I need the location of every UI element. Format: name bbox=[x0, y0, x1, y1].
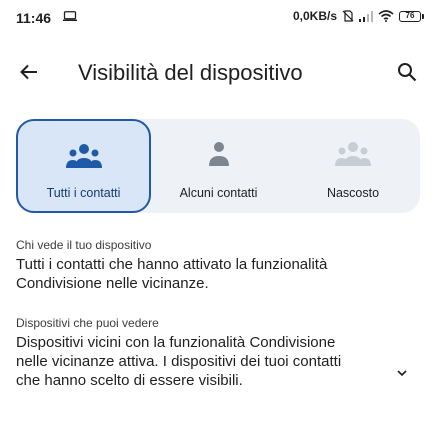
no-sim-icon bbox=[342, 10, 354, 22]
people-hidden-icon bbox=[335, 142, 371, 166]
device-visibility-screen: 11:46 0,0KB/s 76 Visibilità del disposit… bbox=[0, 0, 436, 421]
people-group-icon bbox=[65, 144, 102, 168]
status-bar: 11:46 0,0KB/s 76 bbox=[0, 0, 436, 36]
option-label: Tutti i contatti bbox=[46, 186, 121, 200]
wifi-icon bbox=[378, 10, 394, 22]
signal-icon bbox=[359, 10, 373, 22]
visible-devices-section: Dispositivi che puoi vedere Dispositivi … bbox=[16, 316, 396, 390]
option-all-contacts[interactable]: Tutti i contatti bbox=[16, 119, 151, 213]
visibility-options: Tutti i contatti Alcuni contatti Nascost… bbox=[16, 119, 420, 213]
option-hidden[interactable]: Nascosto bbox=[286, 119, 420, 213]
battery-level: 76 bbox=[399, 10, 421, 22]
battery-tip bbox=[422, 13, 424, 19]
network-speed: 0,0KB/s bbox=[292, 9, 337, 23]
search-icon bbox=[398, 63, 417, 82]
option-label: Alcuni contatti bbox=[179, 186, 258, 200]
app-bar: Visibilità del dispositivo bbox=[0, 48, 436, 96]
search-button[interactable] bbox=[392, 57, 422, 87]
screen-icon bbox=[63, 11, 77, 21]
who-sees-line: Tutti i contatti che hanno attivato la f… bbox=[16, 256, 328, 273]
battery-icon: 76 bbox=[399, 10, 424, 22]
back-button[interactable] bbox=[14, 57, 44, 87]
chevron-down-icon bbox=[397, 370, 407, 377]
person-icon bbox=[208, 142, 229, 166]
visible-devices-line: Dispositivi vicini con la funzionalità C… bbox=[16, 334, 336, 351]
who-sees-line: Condivisione nelle vicinanze. bbox=[16, 275, 209, 292]
visible-devices-line: che hanno scelto di essere visibili. bbox=[16, 372, 243, 389]
page-title: Visibilità del dispositivo bbox=[78, 60, 303, 85]
visible-devices-description: Dispositivi vicini con la funzionalità C… bbox=[16, 333, 396, 390]
expand-button[interactable] bbox=[392, 365, 412, 381]
status-indicators: 0,0KB/s 76 bbox=[293, 9, 424, 23]
who-sees-description: Tutti i contatti che hanno attivato la f… bbox=[16, 255, 396, 293]
option-some-contacts[interactable]: Alcuni contatti bbox=[151, 119, 286, 213]
status-time: 11:46 bbox=[16, 10, 52, 26]
who-sees-caption: Chi vede il tuo dispositivo bbox=[16, 238, 152, 252]
visible-devices-line: nelle vicinanze attiva. I dispositivi de… bbox=[16, 353, 342, 370]
arrow-back-icon bbox=[20, 64, 37, 80]
visible-devices-caption: Dispositivi che puoi vedere bbox=[16, 316, 159, 330]
option-label: Nascosto bbox=[326, 186, 380, 200]
who-sees-section: Chi vede il tuo dispositivo Tutti i cont… bbox=[16, 238, 396, 293]
